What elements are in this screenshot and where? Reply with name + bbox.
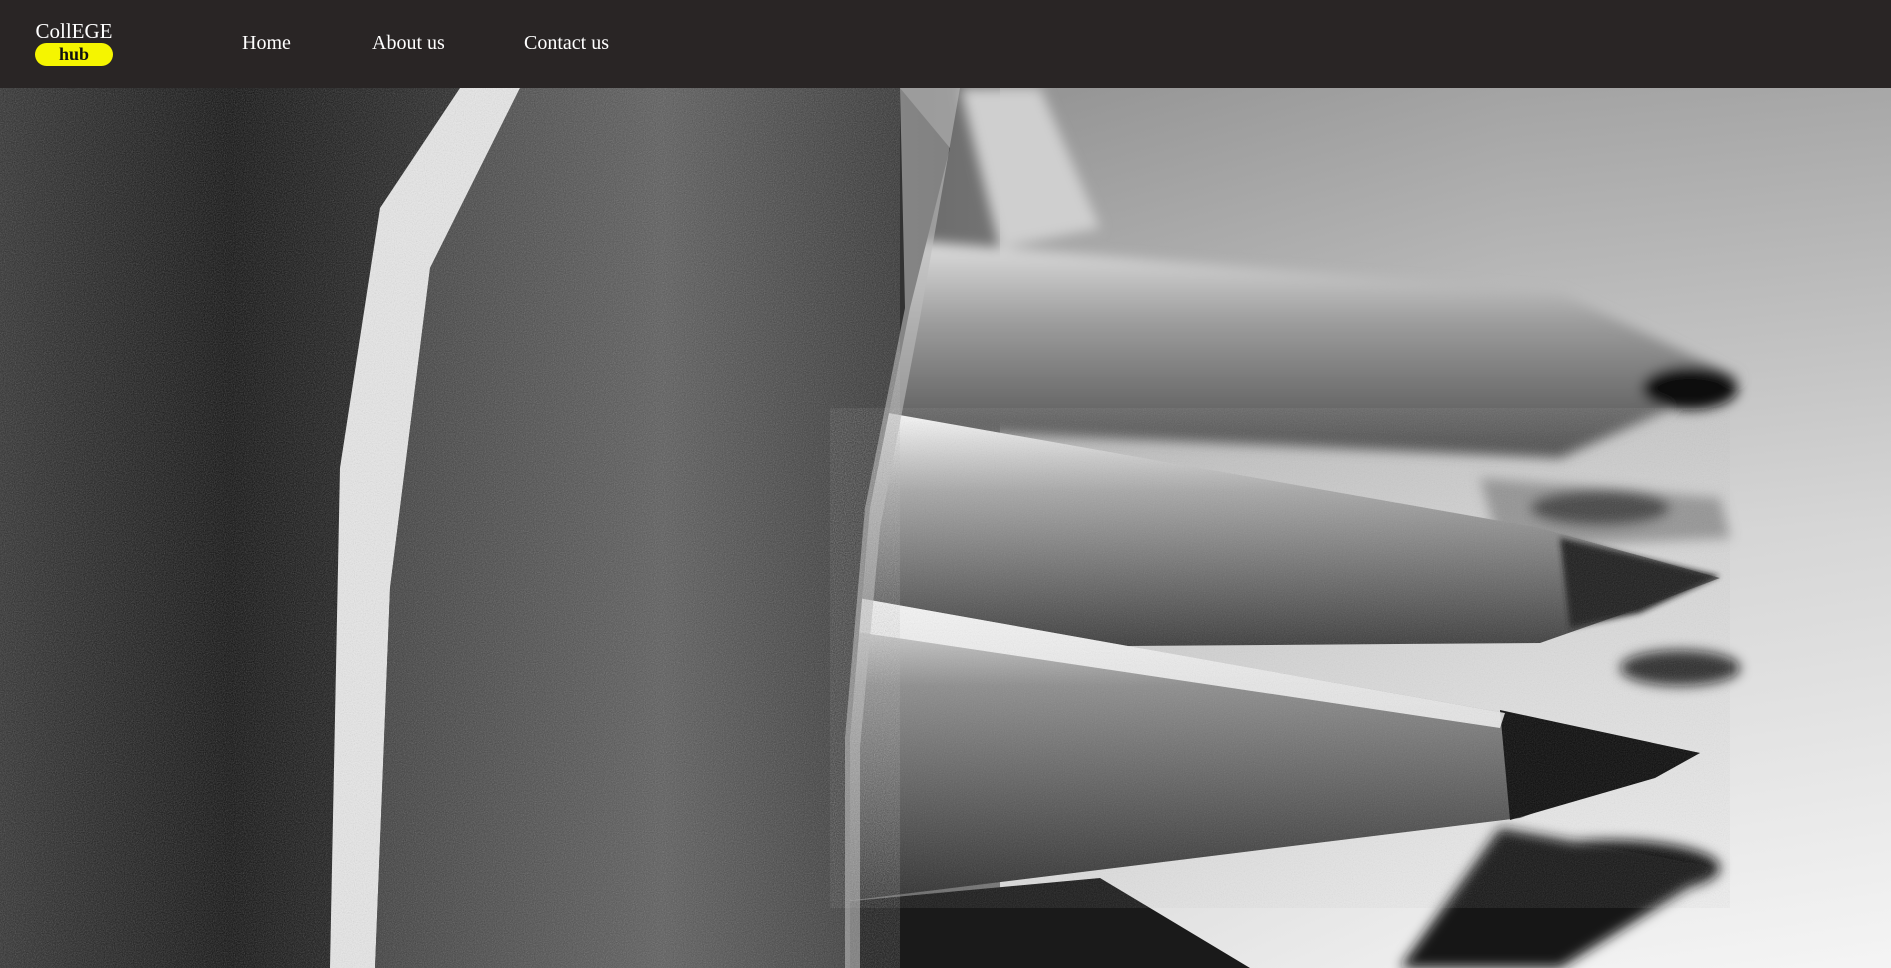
hero-image xyxy=(0,88,1891,968)
pencils-photo xyxy=(0,88,1891,968)
nav-link-about[interactable]: About us xyxy=(372,31,445,55)
brand-logo[interactable]: CollEGE hub xyxy=(34,20,114,66)
top-navbar: CollEGE hub Home About us Contact us xyxy=(0,0,1891,88)
nav-link-contact[interactable]: Contact us xyxy=(524,31,609,55)
brand-logo-text: CollEGE xyxy=(35,19,113,43)
nav-link-home[interactable]: Home xyxy=(242,31,291,55)
brand-logo-badge: hub xyxy=(35,43,113,66)
